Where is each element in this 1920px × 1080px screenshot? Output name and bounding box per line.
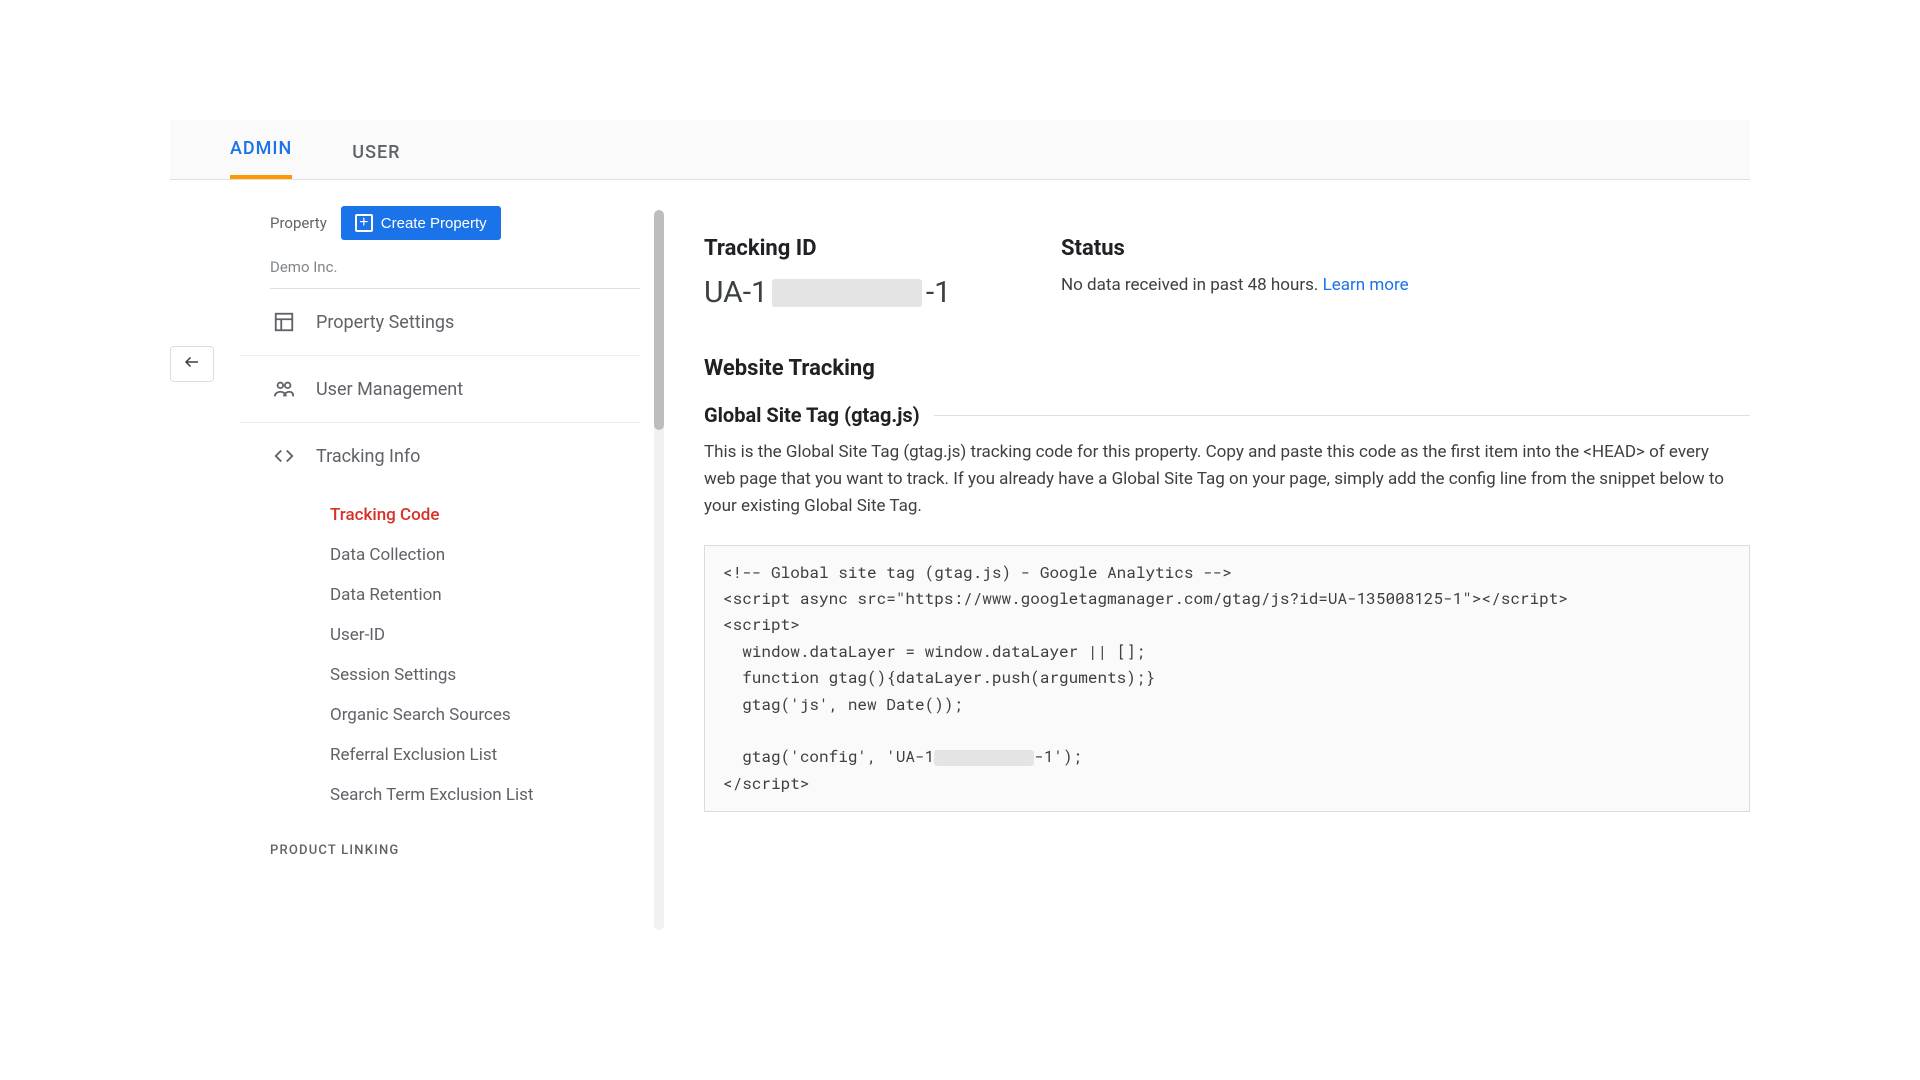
layout-icon	[270, 311, 298, 333]
nav-label: User Management	[316, 379, 463, 400]
gtag-code-snippet[interactable]: <!-- Global site tag (gtag.js) - Google …	[704, 545, 1750, 813]
code-line: -1');	[1034, 746, 1082, 767]
sub-tracking-code[interactable]: Tracking Code	[330, 495, 650, 535]
code-redacted	[934, 750, 1034, 766]
tracking-id-block: Tracking ID UA-1 -1	[704, 236, 951, 310]
property-label: Property	[270, 214, 327, 232]
nav-label: Tracking Info	[316, 446, 420, 467]
sub-referral-exclusion[interactable]: Referral Exclusion List	[330, 735, 650, 775]
code-line: </script>	[723, 773, 809, 794]
sub-data-retention[interactable]: Data Retention	[330, 575, 650, 615]
tracking-id-value: UA-1 -1	[704, 275, 951, 310]
sub-search-term-exclusion[interactable]: Search Term Exclusion List	[330, 775, 650, 815]
create-property-button[interactable]: + Create Property	[341, 206, 501, 240]
create-property-label: Create Property	[381, 215, 487, 232]
gtag-description: This is the Global Site Tag (gtag.js) tr…	[704, 439, 1744, 521]
property-name: Demo Inc.	[270, 248, 640, 289]
code-line: <script async src="https://www.googletag…	[723, 588, 1568, 609]
product-linking-header: PRODUCT LINKING	[240, 815, 650, 858]
tracking-id-redacted	[772, 279, 922, 307]
code-line: gtag('config', 'UA-1	[723, 746, 934, 767]
divider	[934, 415, 1750, 416]
tracking-info-submenu: Tracking Code Data Collection Data Reten…	[330, 489, 650, 815]
back-button[interactable]	[170, 346, 214, 382]
code-line: window.dataLayer = window.dataLayer || […	[723, 641, 1145, 662]
back-arrow-icon	[181, 353, 203, 375]
tab-user[interactable]: USER	[352, 124, 400, 179]
nav-user-management[interactable]: User Management	[240, 356, 640, 423]
users-icon	[270, 378, 298, 400]
code-line: <!-- Global site tag (gtag.js) - Google …	[723, 562, 1232, 583]
main-content: Tracking ID UA-1 -1 Status No data recei…	[650, 206, 1750, 858]
status-block: Status No data received in past 48 hours…	[1061, 236, 1409, 310]
sub-data-collection[interactable]: Data Collection	[330, 535, 650, 575]
nav-tracking-info[interactable]: Tracking Info	[240, 423, 640, 489]
code-icon	[270, 445, 298, 467]
status-text: No data received in past 48 hours. Learn…	[1061, 275, 1409, 295]
sub-session-settings[interactable]: Session Settings	[330, 655, 650, 695]
gtag-heading: Global Site Tag (gtag.js)	[704, 403, 920, 427]
sub-organic-search[interactable]: Organic Search Sources	[330, 695, 650, 735]
code-line: function gtag(){dataLayer.push(arguments…	[723, 667, 1155, 688]
status-message: No data received in past 48 hours.	[1061, 275, 1323, 295]
code-line: <script>	[723, 614, 800, 635]
plus-icon: +	[355, 214, 373, 232]
website-tracking-heading: Website Tracking	[704, 356, 1750, 381]
nav-label: Property Settings	[316, 312, 454, 333]
learn-more-link[interactable]: Learn more	[1323, 275, 1409, 295]
tracking-id-prefix: UA-1	[704, 275, 768, 310]
tracking-id-suffix: -1	[926, 275, 951, 310]
property-sidebar: Property + Create Property Demo Inc. Pro…	[240, 206, 650, 858]
top-tabs: ADMIN USER	[170, 120, 1750, 180]
sub-user-id[interactable]: User-ID	[330, 615, 650, 655]
code-line: gtag('js', new Date());	[723, 694, 963, 715]
tab-admin[interactable]: ADMIN	[230, 120, 292, 179]
nav-property-settings[interactable]: Property Settings	[240, 289, 640, 356]
sidebar-scrollbar[interactable]	[654, 210, 664, 930]
status-label: Status	[1061, 236, 1409, 261]
sidebar-scrollbar-thumb[interactable]	[654, 210, 664, 430]
tracking-id-label: Tracking ID	[704, 236, 951, 261]
